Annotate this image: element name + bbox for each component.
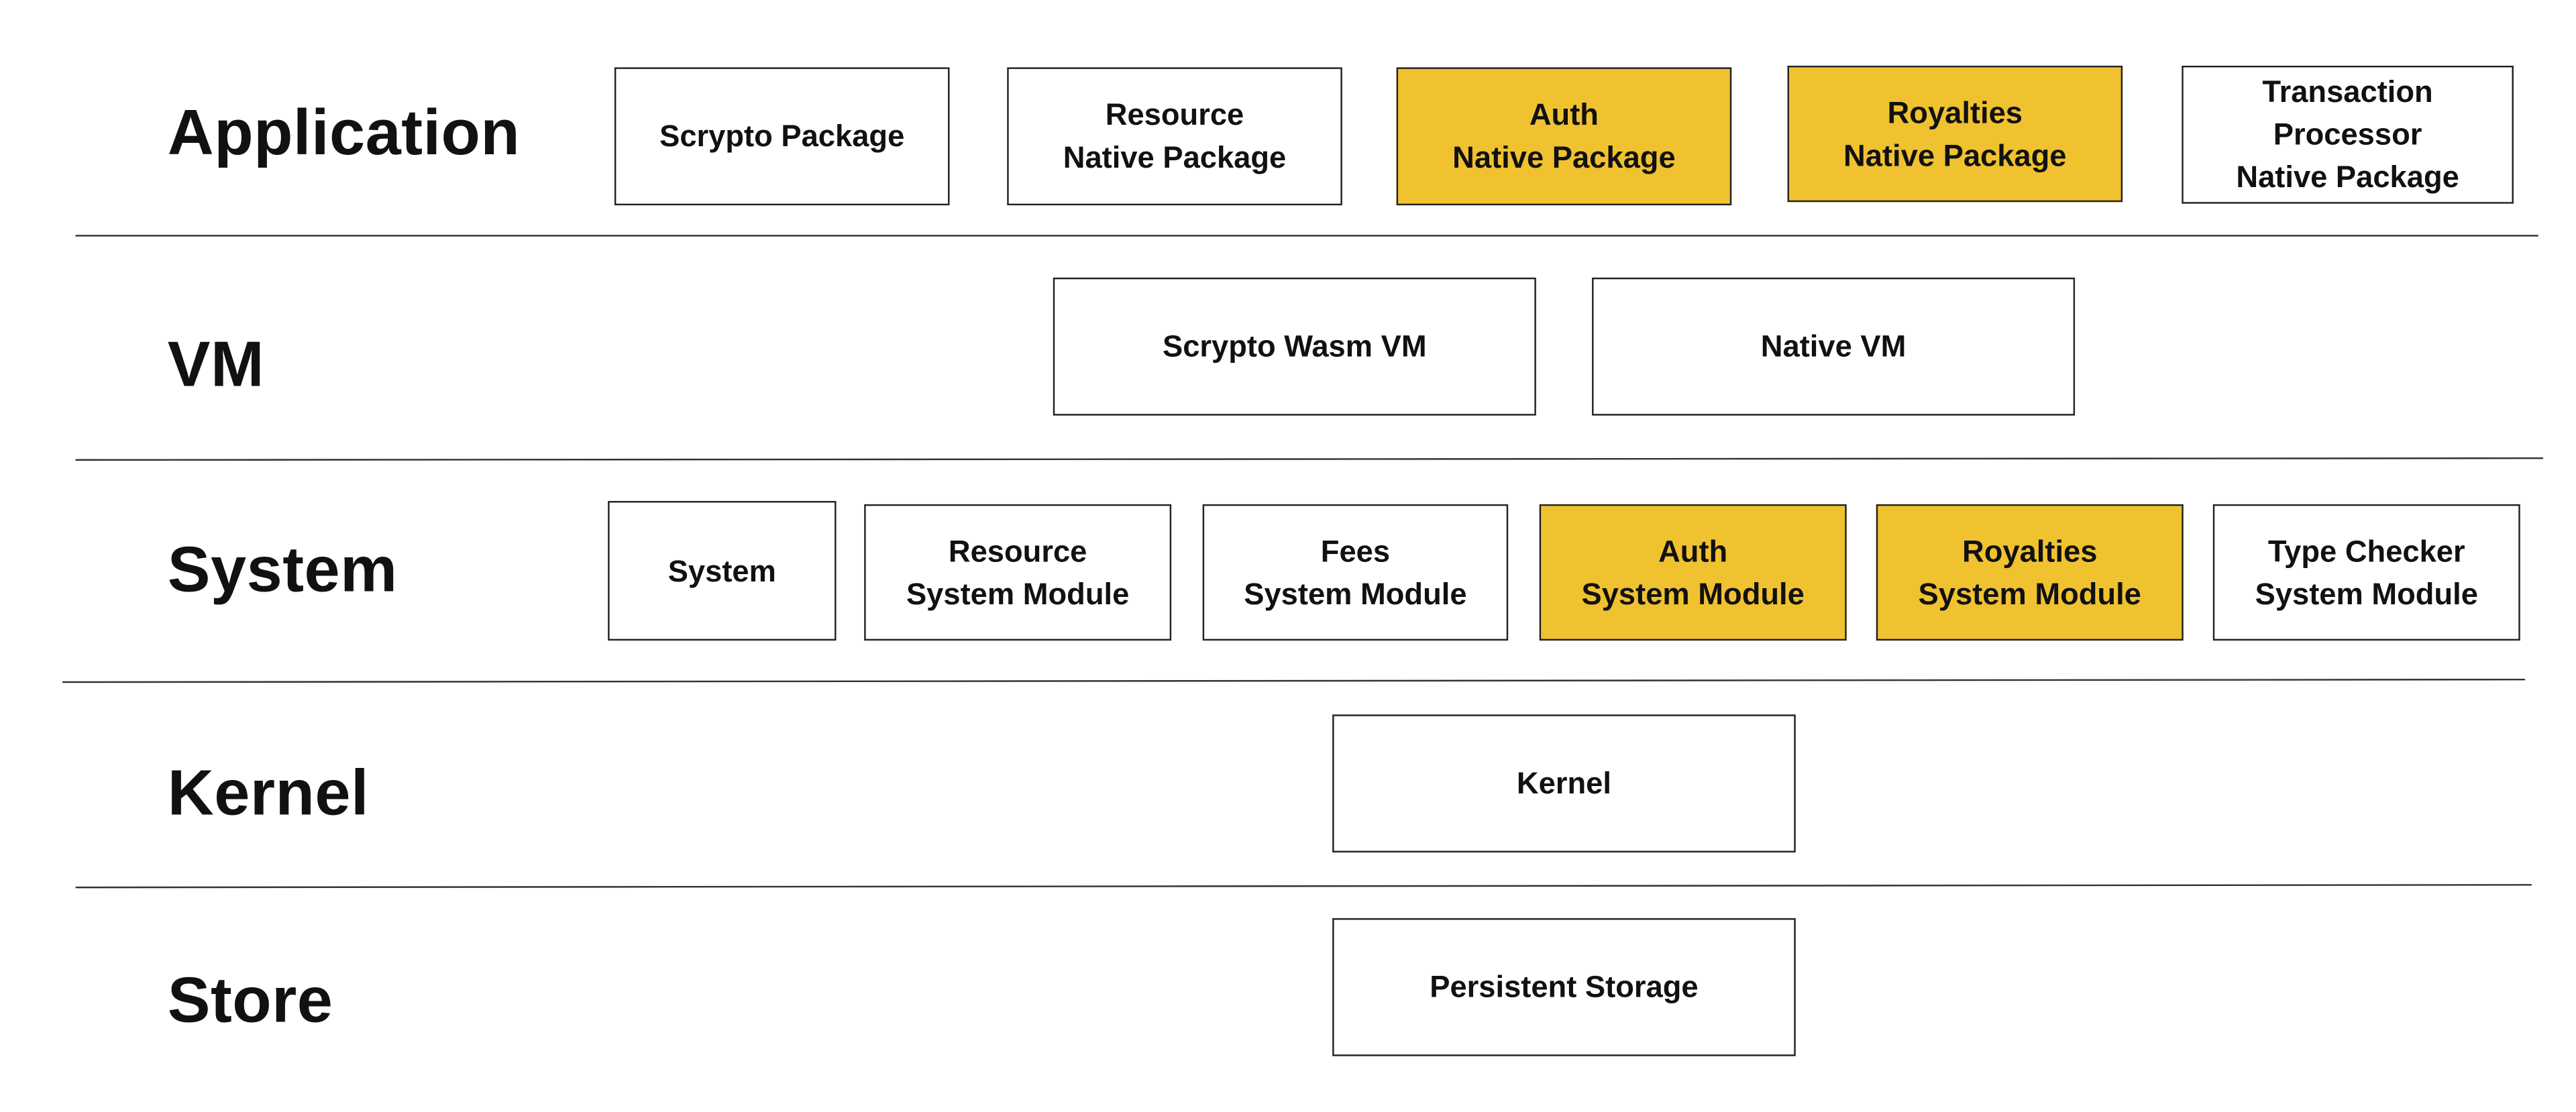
box-type-checker-system-module: Type Checker System Module (2212, 504, 2520, 641)
layer-label-store: Store (167, 966, 333, 1037)
box-native-vm: Native VM (1592, 277, 2076, 416)
layer-label-system: System (167, 535, 398, 606)
layer-label-kernel: Kernel (167, 759, 370, 830)
layer-divider (75, 457, 2544, 461)
box-kernel: Kernel (1332, 714, 1796, 853)
box-auth-system-module: Auth System Module (1539, 504, 1847, 641)
box-resource-native-package: Resource Native Package (1007, 67, 1342, 206)
box-auth-native-package: Auth Native Package (1396, 67, 1732, 206)
box-persistent-storage: Persistent Storage (1332, 918, 1796, 1056)
box-system: System (608, 500, 837, 641)
box-fees-system-module: Fees System Module (1202, 504, 1509, 641)
box-royalties-native-package: Royalties Native Package (1787, 65, 2123, 203)
layer-divider (62, 678, 2526, 683)
box-transaction-processor-native-package: Transaction Processor Native Package (2182, 65, 2514, 204)
layer-label-application: Application (167, 98, 521, 170)
box-scrypto-package: Scrypto Package (614, 67, 950, 206)
box-resource-system-module: Resource System Module (864, 504, 1172, 641)
layer-label-vm: VM (167, 330, 265, 401)
layer-divider (75, 235, 2538, 237)
layer-diagram: Application VM System Kernel Store Scryp… (0, 0, 2576, 1112)
box-scrypto-wasm-vm: Scrypto Wasm VM (1053, 277, 1536, 416)
box-royalties-system-module: Royalties System Module (1876, 504, 2184, 641)
layer-divider (75, 884, 2532, 889)
